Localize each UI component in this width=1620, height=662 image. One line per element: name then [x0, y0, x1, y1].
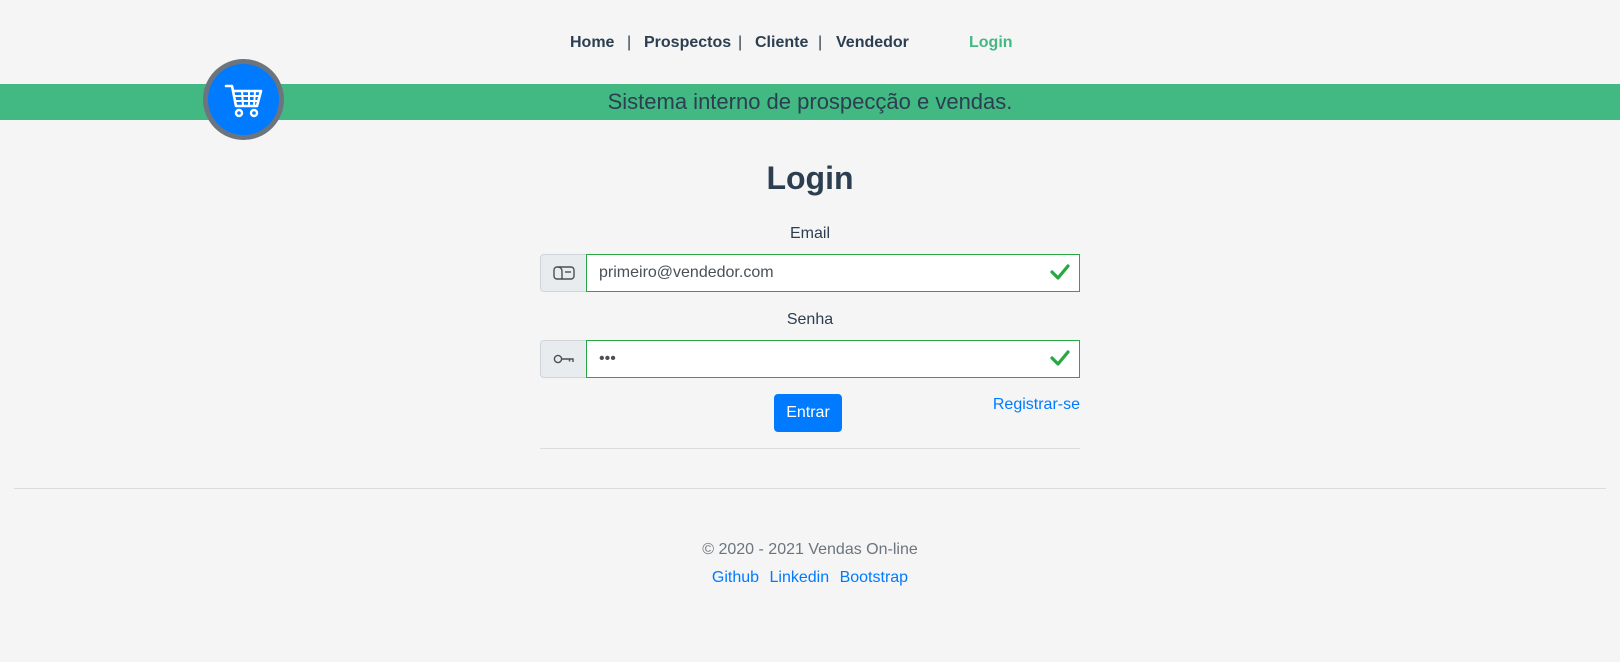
mailbox-icon [552, 266, 575, 280]
valid-check-icon [1050, 350, 1070, 366]
nav-vendedor[interactable]: Vendedor [836, 30, 909, 56]
footer-link-bootstrap[interactable]: Bootstrap [840, 569, 908, 586]
key-icon [553, 354, 574, 364]
page-divider [14, 488, 1606, 489]
footer-copyright: © 2020 - 2021 Vendas On-line [702, 541, 918, 558]
nav-separator: | [738, 34, 743, 51]
email-input-group [540, 254, 1080, 292]
nav-cliente[interactable]: Cliente [755, 30, 808, 56]
email-prepend [540, 254, 586, 292]
page-title: Login [766, 160, 854, 196]
nav-login[interactable]: Login [969, 30, 1013, 56]
password-field[interactable] [586, 340, 1080, 378]
nav-separator: | [818, 34, 823, 51]
register-link[interactable]: Registrar-se [980, 396, 1080, 414]
nav-prospectos[interactable]: Prospectos [644, 30, 731, 56]
valid-check-icon [1050, 264, 1070, 280]
password-label: Senha [786, 311, 834, 328]
footer-link-github[interactable]: Github [712, 569, 759, 586]
email-field[interactable] [586, 254, 1080, 292]
password-input-group [540, 340, 1080, 378]
submit-button[interactable]: Entrar [774, 394, 842, 432]
shopping-cart-icon [224, 84, 262, 117]
top-navigation: Home | Prospectos | Cliente | Vendedor L… [0, 30, 1620, 56]
logo[interactable] [203, 59, 284, 140]
email-label: Email [789, 225, 830, 242]
footer-link-linkedin[interactable]: Linkedin [770, 569, 830, 586]
form-divider [540, 448, 1080, 449]
nav-home[interactable]: Home [570, 30, 614, 56]
password-prepend [540, 340, 586, 378]
nav-separator: | [627, 34, 632, 51]
footer-links: Github Linkedin Bootstrap [0, 569, 1620, 587]
